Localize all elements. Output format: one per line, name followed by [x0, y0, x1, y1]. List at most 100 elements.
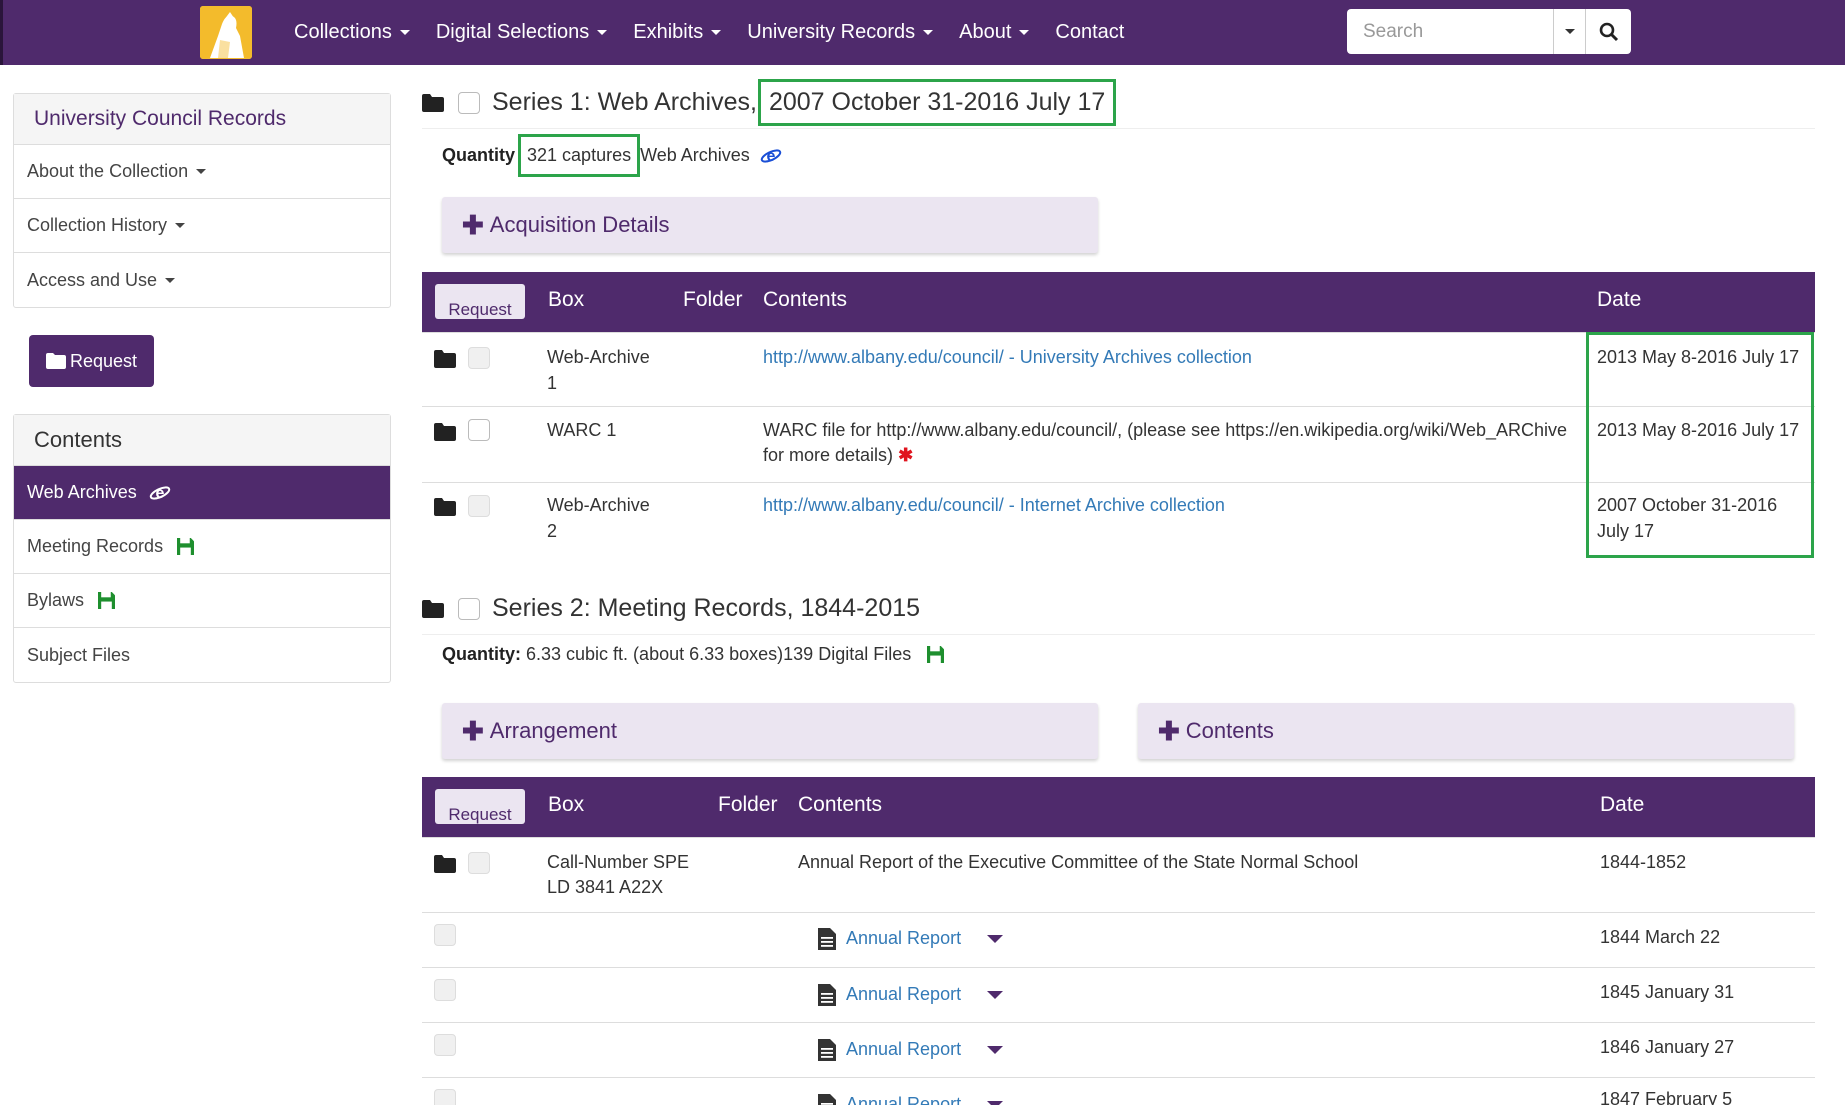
expand-caret-icon[interactable]	[987, 991, 1004, 1000]
row-checkbox[interactable]	[468, 419, 490, 441]
internet-explorer-icon: e	[760, 148, 782, 165]
col-date: Date	[1600, 793, 1645, 816]
row-checkbox[interactable]	[434, 1089, 456, 1105]
annual-report-item: Annual Report	[818, 1092, 1004, 1105]
series-1-title: Series 1: Web Archives,	[492, 88, 757, 116]
row-date: 1845 January 31	[1600, 982, 1735, 1002]
expand-caret-icon[interactable]	[987, 1046, 1004, 1055]
table-request-button[interactable]: Request	[435, 789, 525, 824]
folder-icon[interactable]	[422, 94, 444, 112]
row-checkbox[interactable]	[434, 1034, 456, 1056]
row-date: 2013 May 8-2016 July 17	[1597, 420, 1800, 440]
collection-title[interactable]: University Council Records	[14, 94, 390, 145]
table-row: Web-Archive 1 http://www.albany.edu/coun…	[422, 332, 1815, 407]
svg-text:e: e	[155, 485, 164, 502]
web-archive-link[interactable]: http://www.albany.edu/council/ - Univers…	[763, 345, 1252, 370]
nav-digital-selections[interactable]: Digital Selections	[436, 21, 608, 44]
caret-down-icon	[399, 30, 410, 35]
document-icon	[818, 1094, 836, 1105]
row-date: 2007 October 31-2016	[1597, 495, 1778, 515]
series-1-date: 2007 October 31-2016 July 17	[757, 79, 1117, 126]
search-input[interactable]	[1347, 9, 1554, 54]
caret-down-icon	[1564, 29, 1575, 34]
plus-icon: ✚	[462, 715, 484, 746]
table-row: Annual Report 1846 January 27	[422, 1023, 1815, 1078]
request-button[interactable]: Request	[29, 335, 154, 387]
annual-report-item: Annual Report	[818, 982, 1004, 1007]
document-icon	[818, 1039, 836, 1062]
row-date-cont: July 17	[1597, 521, 1655, 541]
row-checkbox[interactable]	[434, 924, 456, 946]
sidebar-item-subject-files[interactable]: Subject Files	[14, 628, 390, 682]
table-row: Annual Report 1845 January 31	[422, 968, 1815, 1023]
warc-description: WARC file for http://www.albany.edu/coun…	[763, 420, 1568, 440]
box-number: 1	[547, 373, 558, 393]
sidebar-item-about-collection[interactable]: About the Collection	[14, 145, 390, 199]
box-number: 2	[547, 521, 558, 541]
row-checkbox[interactable]	[468, 347, 490, 369]
folder-icon[interactable]	[434, 855, 456, 873]
nav-exhibits[interactable]: Exhibits	[633, 21, 722, 44]
collection-nav-panel: University Council Records About the Col…	[13, 93, 391, 308]
asterisk-icon: ✱	[898, 445, 914, 465]
quantity-value: 6.33 cubic ft. (about 6.33 boxes)139 Dig…	[526, 644, 912, 664]
divider	[422, 634, 1815, 635]
search-scope-dropdown[interactable]	[1554, 9, 1586, 54]
search-button[interactable]	[1586, 9, 1631, 54]
internet-explorer-icon: e	[149, 485, 170, 502]
row-checkbox[interactable]	[468, 495, 490, 517]
series-2-title: Series 2: Meeting Records, 1844-2015	[492, 594, 921, 622]
caret-down-icon	[165, 277, 176, 283]
search-icon	[1599, 22, 1618, 41]
table-row: Call-Number SPE LD 3841 A22X Annual Repo…	[422, 837, 1815, 913]
col-folder: Folder	[718, 793, 778, 816]
contents-panel: Contents Web Archives e Meeting Records …	[13, 414, 391, 683]
nav-contact[interactable]: Contact	[1055, 21, 1124, 44]
row-date: 2013 May 8-2016 July 17	[1597, 347, 1800, 367]
row-checkbox[interactable]	[468, 852, 490, 874]
expand-caret-icon[interactable]	[987, 935, 1004, 944]
university-logo[interactable]	[200, 6, 252, 59]
series-2-quantity: Quantity: 6.33 cubic ft. (about 6.33 box…	[442, 644, 945, 665]
box-value: Web-Archive	[547, 495, 650, 515]
arrangement-label: Arrangement	[489, 718, 617, 743]
internet-archive-link[interactable]: http://www.albany.edu/council/ - Interne…	[763, 493, 1225, 518]
sidebar-item-collection-history[interactable]: Collection History	[14, 199, 390, 253]
floppy-disk-icon	[927, 646, 945, 663]
col-contents: Contents	[763, 288, 848, 311]
caret-down-icon	[175, 223, 186, 228]
annual-report-link[interactable]: Annual Report	[846, 984, 961, 1004]
col-contents: Contents	[798, 793, 883, 816]
annual-report-link[interactable]: Annual Report	[846, 1094, 961, 1105]
sidebar-item-bylaws[interactable]: Bylaws	[14, 574, 390, 628]
sidebar-item-access-and-use[interactable]: Access and Use	[14, 253, 390, 307]
table-request-button[interactable]: Request	[435, 284, 525, 319]
series-2-heading: Series 2: Meeting Records, 1844-2015	[422, 594, 920, 623]
acquisition-details-toggle[interactable]: ✚ Acquisition Details	[442, 197, 1098, 253]
row-contents: Annual Report of the Executive Committee…	[798, 852, 1359, 872]
nav-university-records[interactable]: University Records	[747, 21, 934, 44]
contents-label: Contents	[1185, 718, 1274, 743]
arrangement-toggle[interactable]: ✚ Arrangement	[442, 703, 1098, 759]
caret-down-icon	[196, 169, 207, 174]
annual-report-link[interactable]: Annual Report	[846, 1039, 961, 1059]
nav-about[interactable]: About	[959, 21, 1030, 44]
folder-icon[interactable]	[422, 600, 444, 618]
contents-toggle[interactable]: ✚ Contents	[1138, 703, 1794, 759]
col-date: Date	[1597, 288, 1642, 311]
col-folder: Folder	[683, 288, 743, 311]
minerva-logo-icon	[200, 6, 252, 59]
divider	[422, 128, 1815, 129]
row-checkbox[interactable]	[434, 979, 456, 1001]
series-1-checkbox[interactable]	[458, 91, 480, 114]
quantity-value: 321 captures	[518, 134, 641, 177]
sidebar-item-web-archives[interactable]: Web Archives e	[14, 466, 390, 520]
expand-caret-icon[interactable]	[987, 1101, 1004, 1105]
nav-collections[interactable]: Collections	[294, 21, 410, 44]
folder-icon[interactable]	[434, 498, 456, 516]
folder-icon[interactable]	[434, 423, 456, 441]
folder-icon[interactable]	[434, 350, 456, 368]
series-2-checkbox[interactable]	[458, 597, 480, 620]
annual-report-link[interactable]: Annual Report	[846, 928, 961, 948]
sidebar-item-meeting-records[interactable]: Meeting Records	[14, 520, 390, 574]
